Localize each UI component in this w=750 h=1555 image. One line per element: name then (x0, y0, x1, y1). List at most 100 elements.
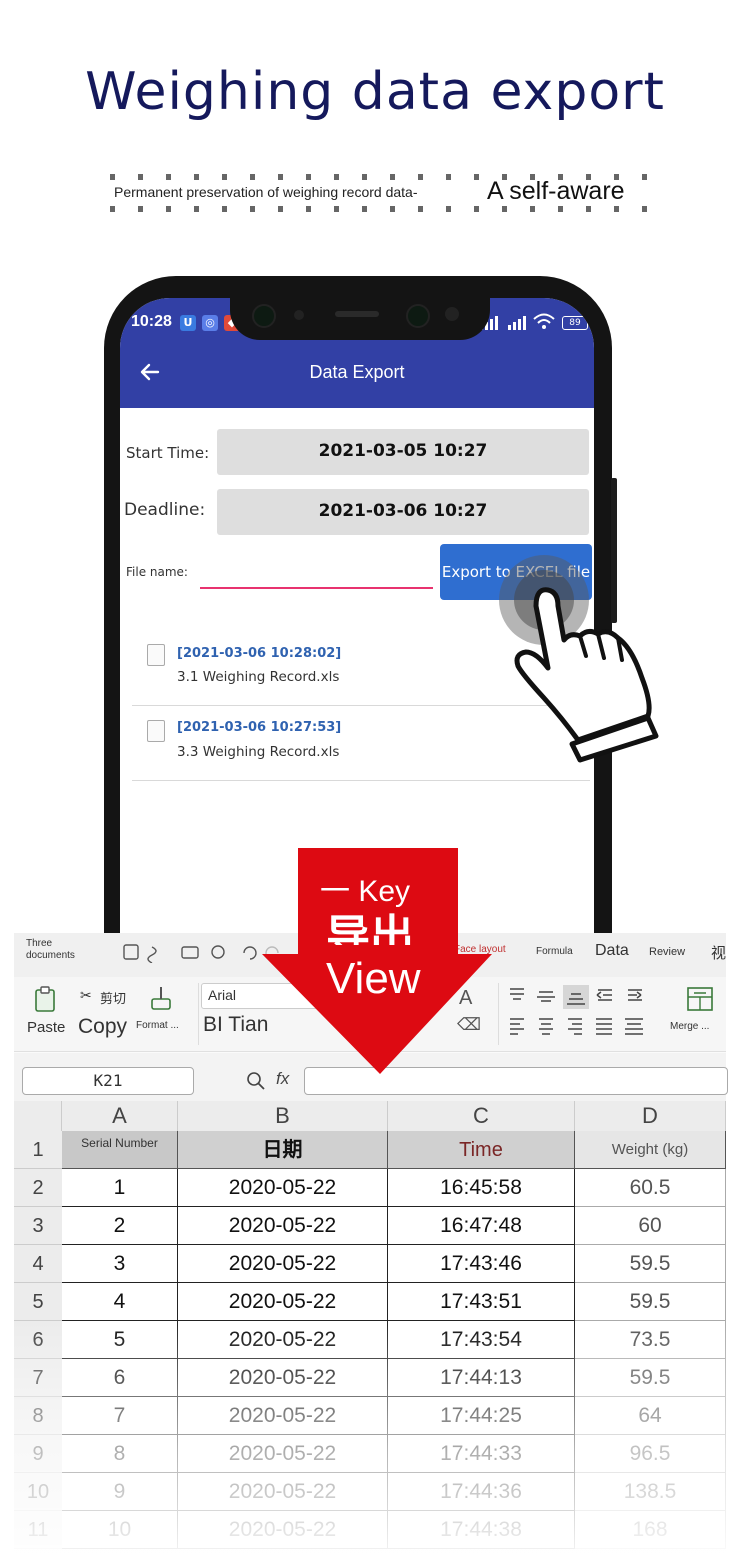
arrow-text-export: 导出 (326, 911, 414, 945)
table-cell[interactable]: 168 (575, 1511, 726, 1549)
cut-button[interactable]: 剪切 (100, 988, 126, 1007)
table-cell[interactable]: 17:43:54 (388, 1321, 575, 1359)
row-header[interactable]: 6 (14, 1321, 62, 1359)
copy-button[interactable]: Copy (78, 1015, 127, 1039)
column-header[interactable]: A (62, 1101, 178, 1131)
toolbar-separator (498, 983, 499, 1045)
merge-cells-icon[interactable] (686, 985, 714, 1013)
alignment-icons[interactable] (508, 985, 644, 1041)
formula-tab[interactable]: Formula (536, 946, 573, 957)
table-cell[interactable]: 6 (62, 1359, 178, 1397)
row-header[interactable]: 2 (14, 1169, 62, 1207)
deadline-label: Deadline: (124, 500, 206, 520)
table-cell[interactable]: 17:44:13 (388, 1359, 575, 1397)
table-cell[interactable]: 2020-05-22 (178, 1169, 388, 1207)
row-header[interactable]: 10 (14, 1473, 62, 1511)
wifi-icon (533, 313, 555, 329)
row-header[interactable]: 7 (14, 1359, 62, 1397)
table-cell[interactable]: 138.5 (575, 1473, 726, 1511)
record-name: 3.1 Weighing Record.xls (177, 669, 340, 685)
row-header[interactable]: 5 (14, 1283, 62, 1321)
merge-button[interactable]: Merge ... (670, 1021, 709, 1032)
hand-pointer-icon (499, 555, 659, 763)
signal-icon-2 (508, 316, 526, 330)
table-cell[interactable]: 7 (62, 1397, 178, 1435)
table-cell[interactable]: 64 (575, 1397, 726, 1435)
table-cell[interactable]: 59.5 (575, 1283, 726, 1321)
select-all-corner[interactable] (14, 1101, 62, 1131)
table-cell[interactable]: 60.5 (575, 1169, 726, 1207)
table-header-cell[interactable]: 日期 (178, 1131, 388, 1169)
camera-icon (406, 304, 430, 328)
documents-tab[interactable]: Three documents (26, 938, 75, 962)
table-cell[interactable]: 17:44:38 (388, 1511, 575, 1549)
table-cell[interactable]: 17:43:46 (388, 1245, 575, 1283)
row-header[interactable]: 11 (14, 1511, 62, 1549)
battery-icon: 89 (562, 316, 588, 330)
column-header[interactable]: B (178, 1101, 388, 1131)
table-cell[interactable]: 2020-05-22 (178, 1511, 388, 1549)
start-time-field[interactable]: 2021-03-05 10:27 (217, 429, 589, 475)
arrow-text-view: View (326, 954, 421, 1003)
row-header[interactable]: 4 (14, 1245, 62, 1283)
sensor-icon (294, 310, 304, 320)
table-cell[interactable]: 3 (62, 1245, 178, 1283)
table-cell[interactable]: 2020-05-22 (178, 1321, 388, 1359)
table-header-cell[interactable]: Time (388, 1131, 575, 1169)
table-cell[interactable]: 2020-05-22 (178, 1283, 388, 1321)
table-cell[interactable]: 2 (62, 1207, 178, 1245)
start-time-label: Start Time: (126, 444, 210, 462)
table-cell[interactable]: 59.5 (575, 1359, 726, 1397)
subtitle-left: Permanent preservation of weighing recor… (114, 184, 418, 200)
table-header-cell[interactable]: Serial Number (62, 1131, 178, 1169)
row-header[interactable]: 3 (14, 1207, 62, 1245)
status-time: 10:28 (131, 313, 172, 330)
table-cell[interactable]: 17:44:36 (388, 1473, 575, 1511)
column-header[interactable]: C (388, 1101, 575, 1131)
table-cell[interactable]: 17:44:33 (388, 1435, 575, 1473)
shield-icon: U (180, 315, 196, 331)
table-cell[interactable]: 73.5 (575, 1321, 726, 1359)
row-header[interactable]: 1 (14, 1131, 62, 1169)
table-cell[interactable]: 1 (62, 1169, 178, 1207)
table-cell[interactable]: 59.5 (575, 1245, 726, 1283)
table-cell[interactable]: 8 (62, 1435, 178, 1473)
file-name-input[interactable] (200, 558, 433, 586)
scissors-icon[interactable]: ✂ (80, 987, 92, 1004)
table-cell[interactable]: 9 (62, 1473, 178, 1511)
table-cell[interactable]: 5 (62, 1321, 178, 1359)
table-cell[interactable]: 96.5 (575, 1435, 726, 1473)
table-cell[interactable]: 2020-05-22 (178, 1435, 388, 1473)
row-header[interactable]: 8 (14, 1397, 62, 1435)
table-cell[interactable]: 2020-05-22 (178, 1359, 388, 1397)
table-cell[interactable]: 2020-05-22 (178, 1245, 388, 1283)
file-icon (147, 644, 165, 666)
data-tab[interactable]: Data (595, 942, 629, 960)
list-divider (132, 780, 590, 781)
column-header[interactable]: D (575, 1101, 726, 1131)
row-header[interactable]: 9 (14, 1435, 62, 1473)
zoom-search-icon[interactable] (246, 1071, 266, 1091)
paste-icon[interactable] (32, 985, 60, 1013)
table-cell[interactable]: 2020-05-22 (178, 1397, 388, 1435)
view-tab[interactable]: 视 (711, 942, 726, 963)
name-box[interactable]: K21 (22, 1067, 194, 1095)
table-cell[interactable]: 16:45:58 (388, 1169, 575, 1207)
table-cell[interactable]: 4 (62, 1283, 178, 1321)
subtitle: Permanent preservation of weighing recor… (110, 172, 650, 212)
table-header-cell[interactable]: Weight (kg) (575, 1131, 726, 1169)
deadline-field[interactable]: 2021-03-06 10:27 (217, 489, 589, 535)
table-cell[interactable]: 10 (62, 1511, 178, 1549)
phone-notch (230, 298, 490, 340)
table-cell[interactable]: 16:47:48 (388, 1207, 575, 1245)
table-cell[interactable]: 2020-05-22 (178, 1207, 388, 1245)
format-painter-button[interactable]: Format ... (136, 1020, 179, 1031)
table-cell[interactable]: 17:43:51 (388, 1283, 575, 1321)
review-tab[interactable]: Review (649, 946, 685, 958)
format-painter-icon[interactable] (148, 985, 174, 1013)
table-cell[interactable]: 60 (575, 1207, 726, 1245)
table-cell[interactable]: 2020-05-22 (178, 1473, 388, 1511)
font-style-preview: BI Tian (203, 1013, 269, 1036)
table-cell[interactable]: 17:44:25 (388, 1397, 575, 1435)
paste-button[interactable]: Paste (27, 1019, 65, 1036)
